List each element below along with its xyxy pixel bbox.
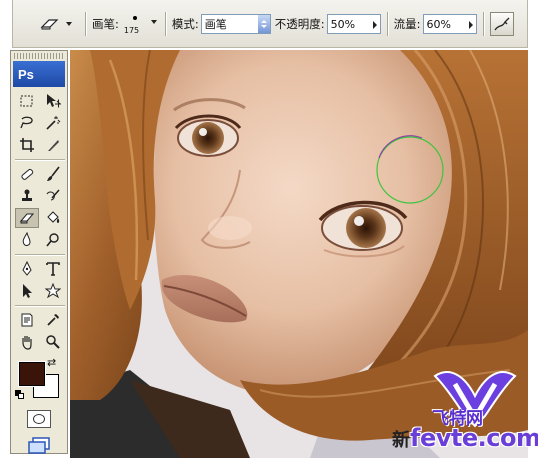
brush-icon [47, 166, 60, 181]
separator [164, 12, 166, 36]
pen-icon [22, 261, 32, 276]
move-icon [47, 94, 61, 108]
blur-tool[interactable] [15, 230, 39, 250]
type-tool[interactable] [41, 259, 65, 279]
toolbox-separator [15, 305, 65, 306]
tool-preset-picker[interactable] [33, 11, 79, 37]
healing-brush-tool[interactable] [15, 164, 39, 184]
toolbox-separator [15, 159, 65, 160]
airbrush-toggle[interactable] [489, 12, 514, 36]
toolbox-separator [15, 254, 65, 255]
ps-logo[interactable]: Ps [13, 61, 65, 87]
notes-icon [21, 313, 33, 327]
toolbox: Ps ⇄ [10, 50, 68, 454]
history-brush-tool[interactable] [41, 186, 65, 206]
eyedropper-tool[interactable] [41, 310, 65, 330]
bandage-icon [21, 168, 34, 180]
magic-wand-icon [46, 116, 61, 130]
shape-icon [45, 283, 61, 299]
watermark-domain: fevte.com [410, 424, 538, 452]
magic-wand-tool[interactable] [41, 113, 65, 133]
opacity-label: 不透明度: [274, 17, 325, 31]
eraser-icon [19, 213, 35, 224]
airbrush-icon [493, 17, 509, 31]
slider-arrow-icon[interactable] [372, 21, 377, 29]
eraser-tool[interactable] [15, 208, 39, 228]
toolbox-grip[interactable] [14, 53, 64, 59]
brush-label: 画笔: [92, 17, 119, 31]
marquee-tool[interactable] [15, 91, 39, 111]
mode-value: 画笔 [204, 18, 227, 31]
notes-tool[interactable] [15, 310, 39, 330]
foreground-color[interactable] [18, 361, 46, 387]
slice-tool[interactable] [41, 135, 65, 155]
separator [85, 12, 86, 36]
mode-label: 模式: [171, 17, 199, 31]
watermark-prefix: 新 [392, 430, 410, 451]
eyedropper-icon [47, 314, 59, 326]
brush-picker[interactable]: 175 [119, 10, 159, 38]
brush-size: 175 [123, 26, 140, 35]
hand-icon [22, 336, 32, 350]
flow-value: 60% [426, 17, 451, 31]
dodge-tool[interactable] [41, 230, 65, 250]
screen-mode-icon [28, 437, 50, 454]
flow-label: 流量: [393, 17, 421, 31]
lasso-icon [20, 116, 33, 129]
brush-tip-icon [132, 16, 137, 20]
custom-shape-tool[interactable] [41, 281, 65, 301]
brush-tool[interactable] [41, 164, 65, 184]
mode-select[interactable]: 画笔 [200, 14, 271, 34]
slice-icon [48, 140, 59, 151]
eraser-icon [40, 19, 59, 30]
separator [386, 12, 388, 36]
crop-tool[interactable] [15, 135, 39, 155]
quick-mask-icon [33, 414, 45, 424]
opacity-field[interactable]: 50% [326, 14, 381, 34]
move-tool[interactable] [41, 91, 65, 111]
blur-drop-icon [22, 232, 31, 246]
swap-colors-icon[interactable]: ⇄ [47, 356, 56, 369]
screen-mode-button[interactable] [26, 436, 52, 456]
zoom-tool[interactable] [41, 332, 65, 352]
pen-tool[interactable] [15, 259, 39, 279]
default-colors-icon[interactable] [15, 390, 25, 400]
options-bar: 画笔: 175 模式: 画笔 不透明度: 50% 流量: 60% [12, 0, 528, 48]
opacity-value: 50% [330, 17, 356, 31]
paint-bucket-icon [47, 211, 60, 223]
clone-stamp-tool[interactable] [15, 186, 39, 206]
marquee-icon [20, 95, 33, 107]
type-icon [46, 262, 60, 276]
quick-mask-button[interactable] [27, 410, 51, 428]
zoom-icon [46, 335, 60, 349]
lasso-tool[interactable] [15, 113, 39, 133]
select-arrows-icon [257, 15, 270, 33]
color-swatches: ⇄ [13, 356, 65, 404]
arrow-select-icon [23, 284, 32, 298]
chevron-down-icon [150, 20, 157, 24]
slider-arrow-icon[interactable] [468, 21, 473, 29]
chevron-down-icon [66, 22, 72, 26]
stamp-icon [22, 189, 32, 201]
flow-field[interactable]: 60% [422, 14, 477, 34]
path-selection-tool[interactable] [15, 281, 39, 301]
crop-icon [20, 138, 34, 152]
dodge-icon [46, 233, 59, 247]
paint-bucket-tool[interactable] [41, 208, 65, 228]
separator [482, 12, 484, 36]
hand-tool[interactable] [15, 332, 39, 352]
history-brush-icon [46, 189, 60, 201]
